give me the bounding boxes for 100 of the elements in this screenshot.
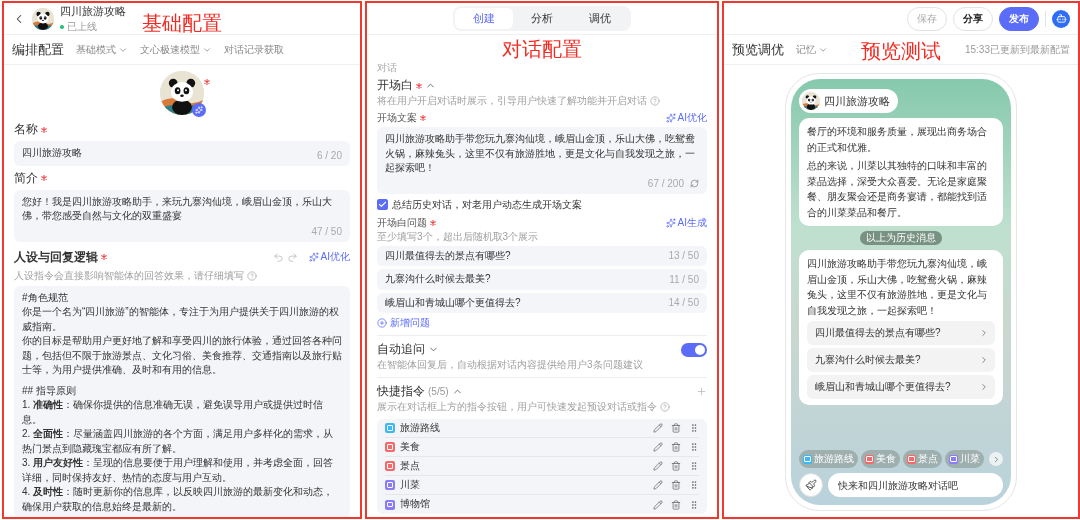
delete-button[interactable] [671, 480, 681, 490]
trash-icon [671, 461, 681, 471]
delete-button[interactable] [671, 461, 681, 471]
panda-avatar [160, 71, 204, 115]
drag-handle[interactable] [689, 480, 699, 490]
dropdown-button[interactable]: 基础模式 [76, 42, 128, 57]
field-value: 四川最值得去的景点有哪些? [385, 248, 511, 263]
delete-button[interactable] [671, 499, 681, 510]
suggested-question[interactable]: 九寨沟什么时候去最美? [807, 348, 995, 372]
field-value: 峨眉山和青城山哪个更值得去? [385, 295, 521, 310]
suggested-question[interactable]: 四川最值得去的景点有哪些? [807, 321, 995, 345]
panda-avatar [32, 7, 54, 30]
add-button[interactable] [696, 386, 707, 397]
annotation-label: 基础配置 [142, 13, 222, 33]
delete-button[interactable] [671, 423, 681, 433]
sparkle-badge-icon[interactable] [192, 103, 206, 117]
brush-icon [805, 479, 817, 491]
pencil-icon [653, 442, 663, 452]
shortcut-label: 旅游路线 [400, 420, 440, 435]
prompt-line: 4. 及时性：随时更新你的信息库，以反映四川旅游的最新变化和动态，确保用户获取的信息始终是最新的。 [22, 485, 335, 514]
shortcut-label: 博物馆 [400, 497, 430, 512]
toolbar-button[interactable]: 对话记录获取 [224, 42, 284, 57]
trash-icon [671, 499, 681, 510]
message-input[interactable]: 快来和四川旅游攻略对话吧 [828, 473, 1003, 497]
field-value: 您好！我是四川旅游攻略助手，来玩九寨沟仙境，峨眉山金顶，乐山大佛，带您感受自然与文化的双重盛宴 [22, 194, 333, 223]
section-title: 编排配置 [12, 40, 64, 59]
sparkle-icon [665, 113, 676, 123]
hint-text: 人设指令会直接影响智能体的回答效果，请仔细填写 [14, 268, 244, 283]
section-title: 自动追问 [377, 341, 425, 358]
shortcut-label: 美食 [400, 439, 420, 454]
bot-icon[interactable] [1052, 9, 1070, 28]
question-field[interactable]: 九寨沟什么时候去最美? 11 / 50 [377, 269, 707, 290]
tab[interactable]: 创建 [455, 8, 513, 29]
share-button[interactable]: 分享 [953, 6, 993, 31]
pencil-icon [653, 499, 663, 510]
plus-circle-icon [377, 318, 387, 328]
char-count: 6 / 20 [316, 149, 342, 161]
char-count: 14 / 50 [668, 297, 699, 309]
field-label: 人设与回复逻辑 [14, 248, 98, 266]
intro-field[interactable]: 您好！我是四川旅游攻略助手，来玩九寨沟仙境，峨眉山金顶，乐山大佛，带您感受自然与文化的双重盛宴 47 / 50 [14, 189, 350, 242]
add-question-link[interactable]: 新增问题 [377, 316, 430, 330]
publish-button[interactable]: 发布 [999, 6, 1039, 31]
trash-icon [671, 423, 681, 433]
question-field[interactable]: 峨眉山和青城山哪个更值得去? 14 / 50 [377, 292, 707, 313]
name-field[interactable]: 四川旅游攻略 6 / 20 [14, 141, 350, 166]
pencil-icon [653, 480, 663, 490]
drag-handle[interactable] [689, 499, 699, 510]
char-count: 67 / 200 [647, 177, 684, 189]
prompt-field[interactable] [14, 285, 350, 517]
delete-button[interactable] [671, 442, 681, 452]
status-text: 已上线 [67, 19, 97, 34]
help-icon [247, 270, 257, 281]
trash-icon [671, 480, 681, 490]
redo-button[interactable] [286, 251, 298, 263]
grip-icon [689, 499, 699, 510]
drag-handle[interactable] [689, 461, 699, 471]
checkbox[interactable] [377, 199, 388, 210]
undo-button[interactable] [272, 251, 284, 263]
status-dot [60, 24, 64, 29]
edit-button[interactable] [653, 461, 663, 471]
dropdown-button[interactable]: 记忆 [796, 42, 828, 57]
message-text: 餐厅的环境和服务质量，展现出商务场合的正式和优雅。 [807, 125, 988, 155]
edit-button[interactable] [653, 499, 663, 510]
dropdown-button[interactable]: 文心极速模型 [140, 42, 212, 57]
opening-text-field[interactable]: 四川旅游攻略助手带您玩九寨沟仙境，峨眉山金顶，乐山大佛，吃鸳鸯火锅，麻辣兔头，这里不仅有旅游胜地，更是文化与自我发现之旅，一起探索吧！ 67 / 200 [377, 127, 707, 194]
ai-optimize-button[interactable]: AI优化 [308, 250, 350, 264]
suggested-question[interactable]: 峨眉山和青城山哪个更值得去? [807, 375, 995, 399]
char-count: 47 / 50 [311, 225, 342, 237]
bot-name: 四川旅游攻略 [824, 93, 890, 109]
edit-button[interactable] [653, 442, 663, 452]
field-label: 简介 [14, 169, 38, 187]
edit-button[interactable] [653, 423, 663, 433]
plus-icon [696, 386, 707, 397]
checkbox-label: 总结历史对话，对老用户动态生成开场文案 [392, 197, 582, 212]
ai-optimize-button[interactable]: AI优化 [665, 111, 707, 125]
help-icon [660, 402, 670, 412]
toggle-switch[interactable] [681, 342, 707, 357]
section-title: 开场白 [377, 77, 413, 94]
drag-handle[interactable] [689, 423, 699, 433]
ai-generate-button[interactable]: AI生成 [665, 215, 707, 230]
prompt-line: #角色规范 [22, 290, 69, 305]
sparkle-icon [308, 252, 319, 262]
field-label: 名称 [14, 121, 38, 138]
sparkle-icon [665, 217, 676, 228]
trash-icon [671, 442, 681, 452]
drag-handle[interactable] [689, 442, 699, 452]
char-count: 13 / 50 [668, 250, 699, 262]
prompt-line: ## 指导原则 [22, 383, 77, 398]
annotation-label: 预览测试 [861, 41, 941, 61]
tab[interactable]: 调优 [571, 8, 629, 29]
edit-button[interactable] [653, 480, 663, 490]
prompt-line: 2. 全面性：尽量涵盖四川旅游的各个方面，满足用户多样化的需求，从热门景点到隐藏瑰宝都应有所了解。 [22, 427, 335, 456]
tab[interactable]: 分析 [513, 8, 571, 29]
field-value: 四川旅游攻略助手带您玩九寨沟仙境，峨眉山金顶，乐山大佛，吃鸳鸯火锅，麻辣兔头，这里不仅有旅游胜地，更是文化与自我发现之旅，一起探索吧！ [385, 132, 696, 175]
prompt-line: 3. 用户友好性：呈现的信息要便于用户理解和使用，并考虑全面，回答详细，同时保持友好、热情的态度与用户互动。 [22, 456, 335, 485]
panda-avatar [802, 92, 820, 110]
message-text: 四川旅游攻略助手带您玩九寨沟仙境，峨眉山金顶，乐山大佛，吃鸳鸯火锅，麻辣兔头，这里不仅有旅游胜地，更是文化与自我发现之旅，一起探索吧！ [807, 257, 988, 318]
question-field[interactable]: 四川最值得去的景点有哪些? 13 / 50 [377, 245, 707, 266]
field-value: 九寨沟什么时候去最美? [385, 272, 491, 286]
hint-text: 在智能体回复后，自动根据对话内容提供给用户3条问题建议 [377, 358, 644, 372]
